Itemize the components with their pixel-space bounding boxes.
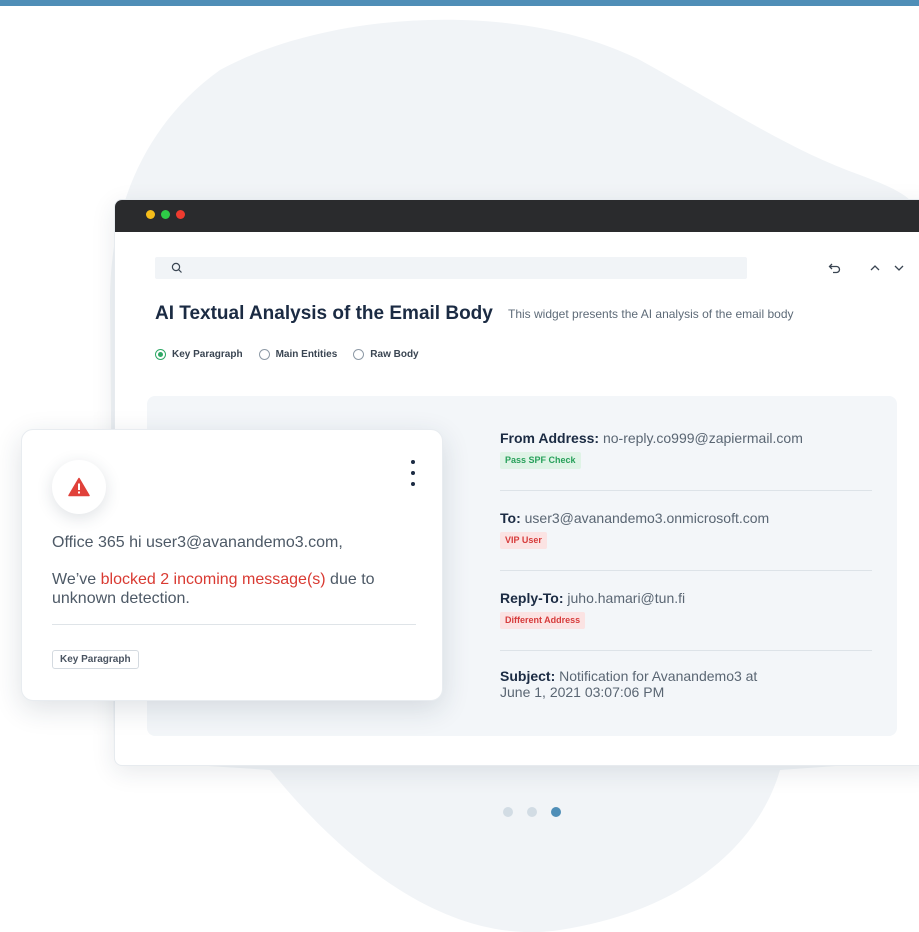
divider	[500, 490, 872, 491]
window-maximize-dot[interactable]	[161, 210, 170, 219]
search-input[interactable]	[155, 257, 747, 279]
widget-subtitle: This widget presents the AI analysis of …	[508, 307, 794, 321]
widget-title: AI Textual Analysis of the Email Body	[155, 303, 493, 324]
to-field: To: user3@avanandemo3.onmicrosoft.com VI…	[500, 510, 872, 549]
reply-to-value: juho.hamari@tun.fi	[567, 590, 686, 606]
divider	[500, 570, 872, 571]
pager-dot[interactable]	[527, 807, 537, 817]
spf-status-badge: Pass SPF Check	[500, 452, 581, 469]
radio-main-entities[interactable]: Main Entities	[258, 349, 338, 360]
undo-button[interactable]	[825, 257, 845, 279]
scroll-down-button[interactable]	[889, 257, 909, 279]
radio-raw-body[interactable]: Raw Body	[353, 349, 419, 360]
radio-label: Key Paragraph	[172, 349, 243, 360]
divider	[52, 624, 416, 625]
subject-field: Subject: Notification for Avanandemo3 at…	[500, 668, 872, 700]
chevron-up-icon	[870, 265, 880, 271]
window-titlebar	[115, 200, 919, 232]
from-address-value: no-reply.co999@zapiermail.com	[602, 430, 803, 446]
to-label: To:	[500, 510, 521, 526]
window-minimize-dot[interactable]	[146, 210, 155, 219]
vip-user-badge: VIP User	[500, 532, 547, 549]
from-address-field: From Address: no-reply.co999@zapiermail.…	[500, 430, 872, 469]
pager-dot-active[interactable]	[551, 807, 561, 817]
subject-label: Subject:	[500, 668, 556, 684]
window-close-dot[interactable]	[176, 210, 185, 219]
radio-label: Main Entities	[275, 349, 338, 360]
undo-icon	[828, 263, 841, 274]
radio-indicator[interactable]	[258, 349, 270, 360]
reply-to-field: Reply-To: juho.hamari@tun.fi Different A…	[500, 590, 872, 629]
to-value: user3@avanandemo3.onmicrosoft.com	[524, 510, 770, 526]
reply-to-label: Reply-To:	[500, 590, 564, 606]
divider	[500, 650, 872, 651]
radio-indicator[interactable]	[353, 349, 365, 360]
blocked-messages-highlight: blocked 2 incoming message(s)	[100, 571, 326, 588]
radio-label: Raw Body	[370, 349, 419, 360]
warning-badge	[52, 460, 106, 514]
radio-indicator-selected[interactable]	[155, 349, 166, 360]
kebab-menu-icon[interactable]	[407, 460, 419, 486]
key-paragraph-card: Office 365 hi user3@avanandemo3.com, We’…	[21, 429, 443, 701]
carousel-pager	[503, 807, 561, 817]
view-mode-radio-group: Key Paragraph Main Entities Raw Body	[155, 349, 419, 360]
paragraph-message: We’ve blocked 2 incoming message(s) due …	[52, 571, 375, 607]
different-address-badge: Different Address	[500, 612, 586, 629]
pager-dot[interactable]	[503, 807, 513, 817]
chevron-down-icon	[894, 265, 904, 271]
warning-icon	[68, 477, 90, 497]
search-icon	[171, 262, 182, 273]
key-paragraph-tag: Key Paragraph	[52, 650, 139, 669]
radio-key-paragraph[interactable]: Key Paragraph	[155, 349, 243, 360]
subject-value-line2: June 1, 2021 03:07:06 PM	[500, 684, 665, 700]
from-address-label: From Address:	[500, 430, 600, 446]
paragraph-greeting: Office 365 hi user3@avanandemo3.com,	[52, 534, 343, 551]
subject-value-line1: Notification for Avanandemo3 at	[559, 668, 758, 684]
scroll-up-button[interactable]	[865, 257, 885, 279]
